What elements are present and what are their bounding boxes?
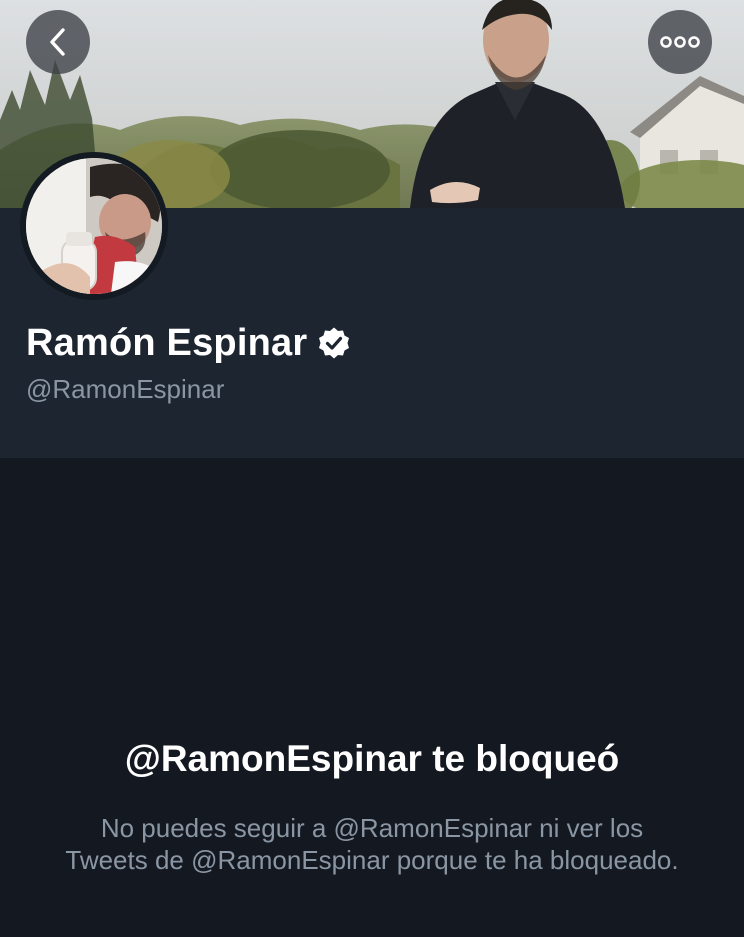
display-name: Ramón Espinar	[26, 321, 308, 364]
verified-badge-icon	[319, 327, 350, 359]
blocked-message: No puedes seguir a @RamonEspinar ni ver …	[65, 813, 679, 875]
back-button[interactable]	[26, 10, 90, 74]
profile-screen: Ramón Espinar @RamonEspinar @RamonEspina…	[0, 0, 744, 937]
avatar[interactable]	[20, 152, 168, 300]
username-handle: @RamonEspinar	[26, 374, 225, 404]
profile-name-row: Ramón Espinar	[26, 320, 351, 366]
blocked-title: @RamonEspinar te bloqueó	[124, 738, 620, 779]
more-options-button[interactable]	[648, 10, 712, 74]
more-horizontal-icon	[660, 36, 700, 48]
chevron-left-icon	[50, 28, 65, 56]
